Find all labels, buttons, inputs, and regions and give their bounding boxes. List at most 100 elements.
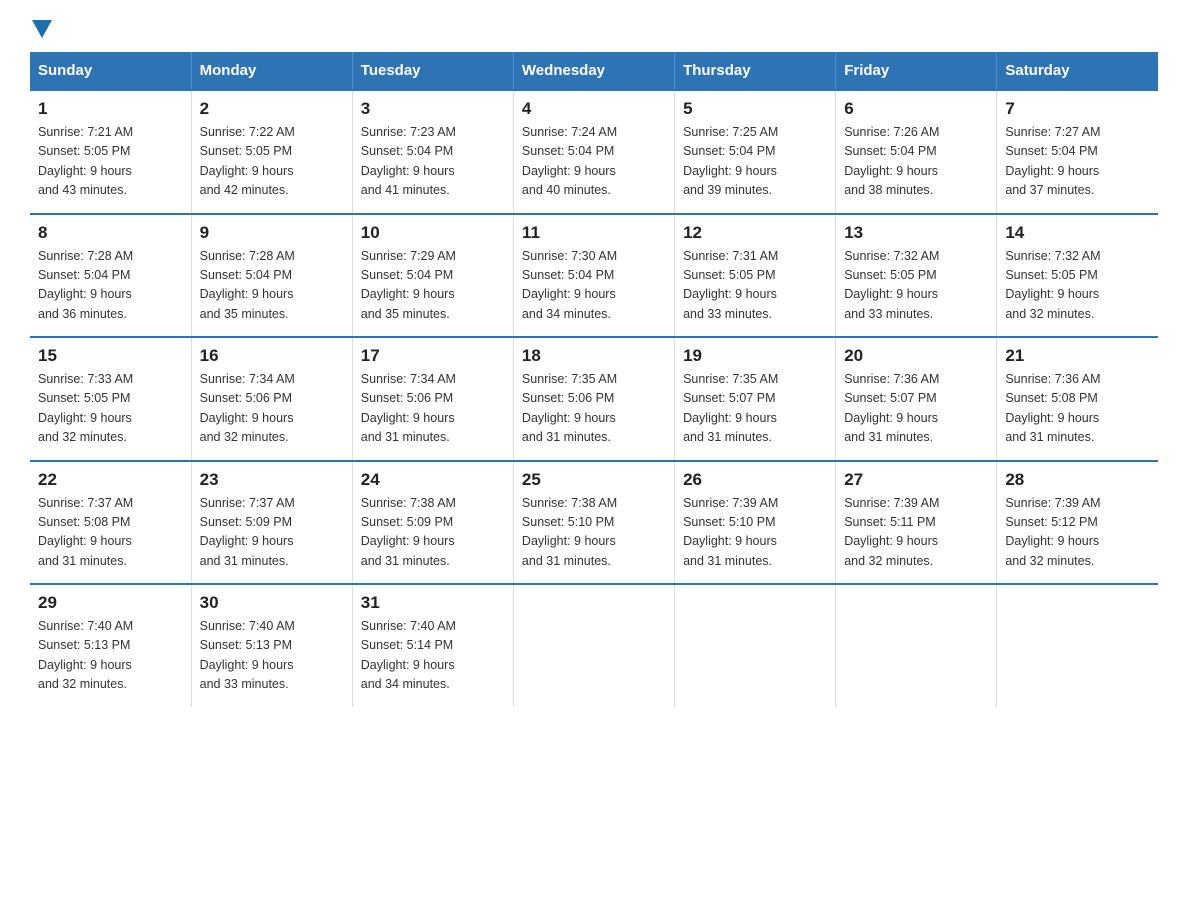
calendar-cell: 6 Sunrise: 7:26 AMSunset: 5:04 PMDaylight…: [836, 90, 997, 214]
day-number: 6: [844, 99, 988, 119]
calendar-cell: [675, 584, 836, 707]
day-number: 3: [361, 99, 505, 119]
day-number: 7: [1005, 99, 1150, 119]
day-number: 2: [200, 99, 344, 119]
day-number: 23: [200, 470, 344, 490]
calendar-cell: 21 Sunrise: 7:36 AMSunset: 5:08 PMDayligh…: [997, 337, 1158, 461]
day-info: Sunrise: 7:24 AMSunset: 5:04 PMDaylight:…: [522, 123, 666, 201]
calendar-cell: 9Sunrise: 7:28 AMSunset: 5:04 PMDaylight…: [191, 214, 352, 338]
calendar-cell: 26 Sunrise: 7:39 AMSunset: 5:10 PMDayligh…: [675, 461, 836, 585]
calendar-week-row: 22 Sunrise: 7:37 AMSunset: 5:08 PMDayligh…: [30, 461, 1158, 585]
day-number: 12: [683, 223, 827, 243]
day-number: 26: [683, 470, 827, 490]
calendar-cell: 25 Sunrise: 7:38 AMSunset: 5:10 PMDayligh…: [513, 461, 674, 585]
calendar-cell: 22 Sunrise: 7:37 AMSunset: 5:08 PMDayligh…: [30, 461, 191, 585]
day-info: Sunrise: 7:34 AMSunset: 5:06 PMDaylight:…: [200, 370, 344, 448]
day-info: Sunrise: 7:23 AMSunset: 5:04 PMDaylight:…: [361, 123, 505, 201]
calendar-cell: 17 Sunrise: 7:34 AMSunset: 5:06 PMDayligh…: [352, 337, 513, 461]
calendar-week-row: 15 Sunrise: 7:33 AMSunset: 5:05 PMDayligh…: [30, 337, 1158, 461]
calendar-cell: 16 Sunrise: 7:34 AMSunset: 5:06 PMDayligh…: [191, 337, 352, 461]
day-number: 22: [38, 470, 183, 490]
day-info: Sunrise: 7:40 AMSunset: 5:13 PMDaylight:…: [38, 617, 183, 695]
logo: [30, 20, 54, 32]
day-number: 18: [522, 346, 666, 366]
day-info: Sunrise: 7:39 AMSunset: 5:11 PMDaylight:…: [844, 494, 988, 572]
day-info: Sunrise: 7:37 AMSunset: 5:09 PMDaylight:…: [200, 494, 344, 572]
day-number: 28: [1005, 470, 1150, 490]
day-info: Sunrise: 7:39 AMSunset: 5:10 PMDaylight:…: [683, 494, 827, 572]
calendar-cell: 2 Sunrise: 7:22 AMSunset: 5:05 PMDaylight…: [191, 90, 352, 214]
day-info: Sunrise: 7:36 AMSunset: 5:07 PMDaylight:…: [844, 370, 988, 448]
day-info: Sunrise: 7:36 AMSunset: 5:08 PMDaylight:…: [1005, 370, 1150, 448]
day-number: 24: [361, 470, 505, 490]
day-number: 30: [200, 593, 344, 613]
day-info: Sunrise: 7:35 AMSunset: 5:07 PMDaylight:…: [683, 370, 827, 448]
calendar-table: SundayMondayTuesdayWednesdayThursdayFrid…: [30, 52, 1158, 707]
calendar-cell: 31Sunrise: 7:40 AMSunset: 5:14 PMDayligh…: [352, 584, 513, 707]
calendar-cell: [836, 584, 997, 707]
calendar-cell: 13 Sunrise: 7:32 AMSunset: 5:05 PMDayligh…: [836, 214, 997, 338]
calendar-cell: 8 Sunrise: 7:28 AMSunset: 5:04 PMDaylight…: [30, 214, 191, 338]
day-info: Sunrise: 7:27 AMSunset: 5:04 PMDaylight:…: [1005, 123, 1150, 201]
calendar-cell: 24 Sunrise: 7:38 AMSunset: 5:09 PMDayligh…: [352, 461, 513, 585]
calendar-cell: 4 Sunrise: 7:24 AMSunset: 5:04 PMDaylight…: [513, 90, 674, 214]
day-info: Sunrise: 7:40 AMSunset: 5:13 PMDaylight:…: [200, 617, 344, 695]
day-info: Sunrise: 7:38 AMSunset: 5:10 PMDaylight:…: [522, 494, 666, 572]
weekday-header-monday: Monday: [191, 52, 352, 90]
day-number: 15: [38, 346, 183, 366]
day-number: 29: [38, 593, 183, 613]
day-info: Sunrise: 7:26 AMSunset: 5:04 PMDaylight:…: [844, 123, 988, 201]
day-number: 1: [38, 99, 183, 119]
day-number: 19: [683, 346, 827, 366]
weekday-header-thursday: Thursday: [675, 52, 836, 90]
day-info: Sunrise: 7:25 AMSunset: 5:04 PMDaylight:…: [683, 123, 827, 201]
calendar-cell: 1Sunrise: 7:21 AMSunset: 5:05 PMDaylight…: [30, 90, 191, 214]
weekday-header-wednesday: Wednesday: [513, 52, 674, 90]
day-info: Sunrise: 7:37 AMSunset: 5:08 PMDaylight:…: [38, 494, 183, 572]
day-info: Sunrise: 7:32 AMSunset: 5:05 PMDaylight:…: [844, 247, 988, 325]
calendar-cell: 7 Sunrise: 7:27 AMSunset: 5:04 PMDaylight…: [997, 90, 1158, 214]
day-number: 21: [1005, 346, 1150, 366]
calendar-cell: 5 Sunrise: 7:25 AMSunset: 5:04 PMDaylight…: [675, 90, 836, 214]
calendar-cell: 30 Sunrise: 7:40 AMSunset: 5:13 PMDayligh…: [191, 584, 352, 707]
calendar-cell: 11Sunrise: 7:30 AMSunset: 5:04 PMDayligh…: [513, 214, 674, 338]
day-number: 14: [1005, 223, 1150, 243]
calendar-cell: 23 Sunrise: 7:37 AMSunset: 5:09 PMDayligh…: [191, 461, 352, 585]
day-number: 13: [844, 223, 988, 243]
day-info: Sunrise: 7:39 AMSunset: 5:12 PMDaylight:…: [1005, 494, 1150, 572]
day-number: 17: [361, 346, 505, 366]
calendar-cell: [997, 584, 1158, 707]
calendar-cell: 10Sunrise: 7:29 AMSunset: 5:04 PMDayligh…: [352, 214, 513, 338]
day-number: 5: [683, 99, 827, 119]
calendar-cell: 3 Sunrise: 7:23 AMSunset: 5:04 PMDaylight…: [352, 90, 513, 214]
calendar-cell: 29 Sunrise: 7:40 AMSunset: 5:13 PMDayligh…: [30, 584, 191, 707]
weekday-header-sunday: Sunday: [30, 52, 191, 90]
day-info: Sunrise: 7:34 AMSunset: 5:06 PMDaylight:…: [361, 370, 505, 448]
weekday-header-tuesday: Tuesday: [352, 52, 513, 90]
day-info: Sunrise: 7:35 AMSunset: 5:06 PMDaylight:…: [522, 370, 666, 448]
calendar-cell: 12 Sunrise: 7:31 AMSunset: 5:05 PMDayligh…: [675, 214, 836, 338]
weekday-header-friday: Friday: [836, 52, 997, 90]
day-info: Sunrise: 7:38 AMSunset: 5:09 PMDaylight:…: [361, 494, 505, 572]
day-number: 4: [522, 99, 666, 119]
calendar-week-row: 29 Sunrise: 7:40 AMSunset: 5:13 PMDayligh…: [30, 584, 1158, 707]
day-info: Sunrise: 7:31 AMSunset: 5:05 PMDaylight:…: [683, 247, 827, 325]
day-number: 25: [522, 470, 666, 490]
weekday-header-row: SundayMondayTuesdayWednesdayThursdayFrid…: [30, 52, 1158, 90]
page-header: [30, 20, 1158, 32]
weekday-header-saturday: Saturday: [997, 52, 1158, 90]
calendar-cell: 14Sunrise: 7:32 AMSunset: 5:05 PMDayligh…: [997, 214, 1158, 338]
calendar-week-row: 8 Sunrise: 7:28 AMSunset: 5:04 PMDaylight…: [30, 214, 1158, 338]
day-info: Sunrise: 7:33 AMSunset: 5:05 PMDaylight:…: [38, 370, 183, 448]
day-number: 16: [200, 346, 344, 366]
day-number: 20: [844, 346, 988, 366]
day-info: Sunrise: 7:30 AMSunset: 5:04 PMDaylight:…: [522, 247, 666, 325]
calendar-cell: 28 Sunrise: 7:39 AMSunset: 5:12 PMDayligh…: [997, 461, 1158, 585]
day-number: 27: [844, 470, 988, 490]
logo-triangle-icon: [32, 20, 52, 38]
day-number: 8: [38, 223, 183, 243]
calendar-cell: 18 Sunrise: 7:35 AMSunset: 5:06 PMDayligh…: [513, 337, 674, 461]
day-info: Sunrise: 7:22 AMSunset: 5:05 PMDaylight:…: [200, 123, 344, 201]
day-info: Sunrise: 7:40 AMSunset: 5:14 PMDaylight:…: [361, 617, 505, 695]
day-info: Sunrise: 7:28 AMSunset: 5:04 PMDaylight:…: [38, 247, 183, 325]
